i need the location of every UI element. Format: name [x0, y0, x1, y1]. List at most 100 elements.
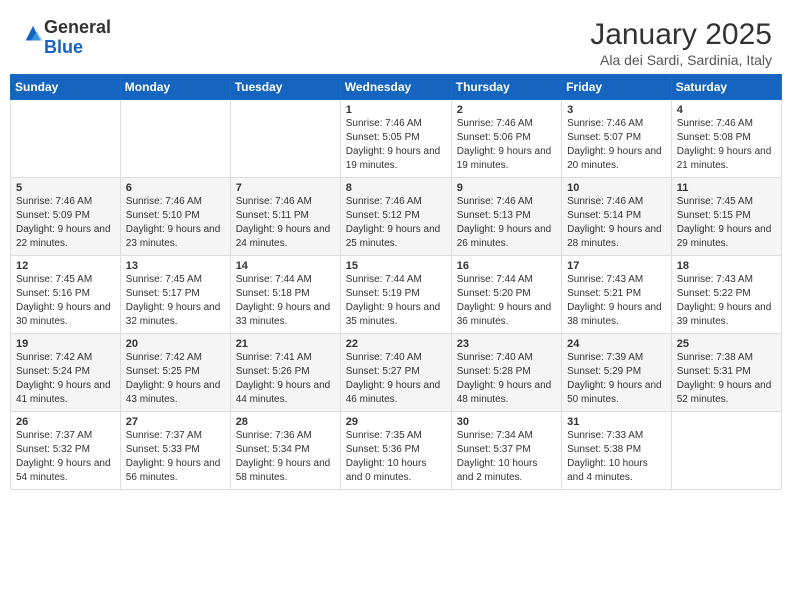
- page-header: General Blue January 2025 Ala dei Sardi,…: [10, 10, 782, 74]
- day-info: Sunrise: 7:42 AM Sunset: 5:24 PM Dayligh…: [16, 351, 115, 407]
- day-info: Sunrise: 7:38 AM Sunset: 5:31 PM Dayligh…: [677, 351, 776, 407]
- day-info: Sunrise: 7:46 AM Sunset: 5:09 PM Dayligh…: [16, 195, 115, 251]
- day-number: 31: [567, 416, 666, 428]
- calendar-cell: 23Sunrise: 7:40 AM Sunset: 5:28 PM Dayli…: [451, 334, 561, 412]
- day-number: 22: [346, 338, 446, 350]
- day-info: Sunrise: 7:46 AM Sunset: 5:13 PM Dayligh…: [457, 195, 556, 251]
- calendar-cell: 22Sunrise: 7:40 AM Sunset: 5:27 PM Dayli…: [340, 334, 451, 412]
- day-info: Sunrise: 7:45 AM Sunset: 5:15 PM Dayligh…: [677, 195, 776, 251]
- calendar-cell: 28Sunrise: 7:36 AM Sunset: 5:34 PM Dayli…: [230, 412, 340, 490]
- logo-blue-text: Blue: [44, 37, 83, 57]
- day-number: 26: [16, 416, 115, 428]
- calendar-week-row-3: 19Sunrise: 7:42 AM Sunset: 5:24 PM Dayli…: [11, 334, 782, 412]
- title-block: January 2025 Ala dei Sardi, Sardinia, It…: [590, 18, 772, 68]
- day-info: Sunrise: 7:46 AM Sunset: 5:08 PM Dayligh…: [677, 117, 776, 173]
- day-info: Sunrise: 7:44 AM Sunset: 5:19 PM Dayligh…: [346, 273, 446, 329]
- calendar-cell: 19Sunrise: 7:42 AM Sunset: 5:24 PM Dayli…: [11, 334, 121, 412]
- header-tuesday: Tuesday: [230, 75, 340, 100]
- day-number: 23: [457, 338, 556, 350]
- day-info: Sunrise: 7:45 AM Sunset: 5:17 PM Dayligh…: [126, 273, 225, 329]
- logo-general-text: General: [44, 17, 111, 37]
- day-number: 25: [677, 338, 776, 350]
- calendar-cell: 9Sunrise: 7:46 AM Sunset: 5:13 PM Daylig…: [451, 178, 561, 256]
- day-number: 30: [457, 416, 556, 428]
- calendar-cell: [11, 100, 121, 178]
- day-info: Sunrise: 7:44 AM Sunset: 5:20 PM Dayligh…: [457, 273, 556, 329]
- day-number: 2: [457, 104, 556, 116]
- calendar-cell: [230, 100, 340, 178]
- day-number: 3: [567, 104, 666, 116]
- day-info: Sunrise: 7:46 AM Sunset: 5:12 PM Dayligh…: [346, 195, 446, 251]
- day-number: 4: [677, 104, 776, 116]
- calendar-week-row-1: 5Sunrise: 7:46 AM Sunset: 5:09 PM Daylig…: [11, 178, 782, 256]
- calendar-cell: 17Sunrise: 7:43 AM Sunset: 5:21 PM Dayli…: [562, 256, 672, 334]
- header-saturday: Saturday: [671, 75, 781, 100]
- location-subtitle: Ala dei Sardi, Sardinia, Italy: [590, 52, 772, 68]
- day-info: Sunrise: 7:44 AM Sunset: 5:18 PM Dayligh…: [236, 273, 335, 329]
- day-number: 21: [236, 338, 335, 350]
- day-info: Sunrise: 7:42 AM Sunset: 5:25 PM Dayligh…: [126, 351, 225, 407]
- day-info: Sunrise: 7:34 AM Sunset: 5:37 PM Dayligh…: [457, 429, 556, 485]
- day-number: 19: [16, 338, 115, 350]
- calendar-cell: 21Sunrise: 7:41 AM Sunset: 5:26 PM Dayli…: [230, 334, 340, 412]
- day-number: 13: [126, 260, 225, 272]
- calendar-cell: 12Sunrise: 7:45 AM Sunset: 5:16 PM Dayli…: [11, 256, 121, 334]
- header-friday: Friday: [562, 75, 672, 100]
- day-number: 5: [16, 182, 115, 194]
- calendar-cell: 3Sunrise: 7:46 AM Sunset: 5:07 PM Daylig…: [562, 100, 672, 178]
- calendar-cell: 6Sunrise: 7:46 AM Sunset: 5:10 PM Daylig…: [120, 178, 230, 256]
- day-info: Sunrise: 7:45 AM Sunset: 5:16 PM Dayligh…: [16, 273, 115, 329]
- day-number: 8: [346, 182, 446, 194]
- day-number: 1: [346, 104, 446, 116]
- header-sunday: Sunday: [11, 75, 121, 100]
- day-number: 10: [567, 182, 666, 194]
- day-info: Sunrise: 7:43 AM Sunset: 5:21 PM Dayligh…: [567, 273, 666, 329]
- day-info: Sunrise: 7:35 AM Sunset: 5:36 PM Dayligh…: [346, 429, 446, 485]
- calendar-cell: [671, 412, 781, 490]
- day-number: 15: [346, 260, 446, 272]
- day-info: Sunrise: 7:46 AM Sunset: 5:11 PM Dayligh…: [236, 195, 335, 251]
- day-info: Sunrise: 7:41 AM Sunset: 5:26 PM Dayligh…: [236, 351, 335, 407]
- calendar-header-row: Sunday Monday Tuesday Wednesday Thursday…: [11, 75, 782, 100]
- day-info: Sunrise: 7:46 AM Sunset: 5:05 PM Dayligh…: [346, 117, 446, 173]
- day-info: Sunrise: 7:46 AM Sunset: 5:07 PM Dayligh…: [567, 117, 666, 173]
- day-info: Sunrise: 7:40 AM Sunset: 5:28 PM Dayligh…: [457, 351, 556, 407]
- calendar-cell: 27Sunrise: 7:37 AM Sunset: 5:33 PM Dayli…: [120, 412, 230, 490]
- day-info: Sunrise: 7:46 AM Sunset: 5:14 PM Dayligh…: [567, 195, 666, 251]
- calendar-table: Sunday Monday Tuesday Wednesday Thursday…: [10, 74, 782, 490]
- logo: General Blue: [20, 18, 111, 58]
- calendar-cell: 4Sunrise: 7:46 AM Sunset: 5:08 PM Daylig…: [671, 100, 781, 178]
- day-info: Sunrise: 7:46 AM Sunset: 5:06 PM Dayligh…: [457, 117, 556, 173]
- calendar-cell: 14Sunrise: 7:44 AM Sunset: 5:18 PM Dayli…: [230, 256, 340, 334]
- calendar-cell: 29Sunrise: 7:35 AM Sunset: 5:36 PM Dayli…: [340, 412, 451, 490]
- day-info: Sunrise: 7:39 AM Sunset: 5:29 PM Dayligh…: [567, 351, 666, 407]
- calendar-week-row-4: 26Sunrise: 7:37 AM Sunset: 5:32 PM Dayli…: [11, 412, 782, 490]
- calendar-cell: 20Sunrise: 7:42 AM Sunset: 5:25 PM Dayli…: [120, 334, 230, 412]
- day-info: Sunrise: 7:46 AM Sunset: 5:10 PM Dayligh…: [126, 195, 225, 251]
- calendar-cell: 30Sunrise: 7:34 AM Sunset: 5:37 PM Dayli…: [451, 412, 561, 490]
- day-number: 16: [457, 260, 556, 272]
- header-wednesday: Wednesday: [340, 75, 451, 100]
- calendar-cell: 11Sunrise: 7:45 AM Sunset: 5:15 PM Dayli…: [671, 178, 781, 256]
- day-number: 24: [567, 338, 666, 350]
- calendar-cell: 1Sunrise: 7:46 AM Sunset: 5:05 PM Daylig…: [340, 100, 451, 178]
- day-number: 20: [126, 338, 225, 350]
- day-number: 11: [677, 182, 776, 194]
- day-info: Sunrise: 7:36 AM Sunset: 5:34 PM Dayligh…: [236, 429, 335, 485]
- day-info: Sunrise: 7:33 AM Sunset: 5:38 PM Dayligh…: [567, 429, 666, 485]
- calendar-cell: 25Sunrise: 7:38 AM Sunset: 5:31 PM Dayli…: [671, 334, 781, 412]
- day-info: Sunrise: 7:37 AM Sunset: 5:33 PM Dayligh…: [126, 429, 225, 485]
- calendar-cell: 13Sunrise: 7:45 AM Sunset: 5:17 PM Dayli…: [120, 256, 230, 334]
- calendar-week-row-2: 12Sunrise: 7:45 AM Sunset: 5:16 PM Dayli…: [11, 256, 782, 334]
- calendar-cell: 7Sunrise: 7:46 AM Sunset: 5:11 PM Daylig…: [230, 178, 340, 256]
- day-info: Sunrise: 7:43 AM Sunset: 5:22 PM Dayligh…: [677, 273, 776, 329]
- calendar-cell: 10Sunrise: 7:46 AM Sunset: 5:14 PM Dayli…: [562, 178, 672, 256]
- day-number: 28: [236, 416, 335, 428]
- calendar-cell: 24Sunrise: 7:39 AM Sunset: 5:29 PM Dayli…: [562, 334, 672, 412]
- calendar-cell: 26Sunrise: 7:37 AM Sunset: 5:32 PM Dayli…: [11, 412, 121, 490]
- day-number: 29: [346, 416, 446, 428]
- day-number: 14: [236, 260, 335, 272]
- calendar-cell: 16Sunrise: 7:44 AM Sunset: 5:20 PM Dayli…: [451, 256, 561, 334]
- day-number: 7: [236, 182, 335, 194]
- day-number: 6: [126, 182, 225, 194]
